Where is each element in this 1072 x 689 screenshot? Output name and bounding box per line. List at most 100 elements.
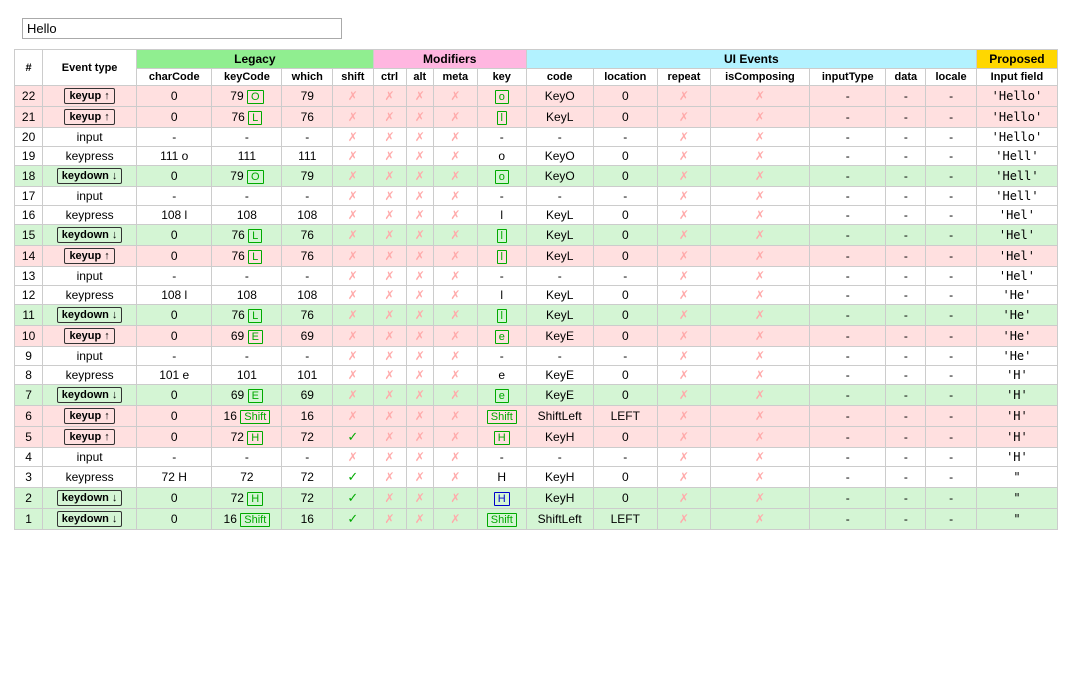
key-box: l — [497, 309, 507, 323]
cell-num: 7 — [15, 385, 43, 406]
cell-key: l — [477, 286, 526, 305]
check-icon: ✓ — [347, 469, 358, 484]
cell-key: e — [477, 366, 526, 385]
cell-inputfield: 'Hel' — [976, 267, 1057, 286]
cell-locale: - — [926, 267, 977, 286]
x-icon: ✗ — [385, 249, 395, 263]
table-row: 21keyup ↑076 L76✗✗✗✗lKeyL0✗✗---'Hello' — [15, 107, 1058, 128]
x-icon: ✗ — [755, 269, 765, 283]
cell-which: 72 — [282, 427, 333, 448]
cell-iscomposing: ✗ — [710, 509, 809, 530]
cell-locale: - — [926, 225, 977, 246]
cell-location: 0 — [593, 488, 657, 509]
cell-which: 16 — [282, 509, 333, 530]
cell-eventtype: keyup ↑ — [43, 326, 137, 347]
cell-repeat: ✗ — [658, 86, 711, 107]
cell-meta: ✗ — [434, 509, 478, 530]
x-icon: ✗ — [450, 349, 460, 363]
cell-locale: - — [926, 166, 977, 187]
cell-inputtype: - — [809, 86, 885, 107]
event-badge: keyup ↑ — [64, 248, 114, 264]
cell-ctrl: ✗ — [373, 187, 406, 206]
check-icon: ✓ — [347, 490, 358, 505]
cell-locale: - — [926, 305, 977, 326]
cell-location: 0 — [593, 427, 657, 448]
keycode-box: L — [248, 250, 262, 264]
col-meta: meta — [434, 69, 478, 86]
cell-eventtype: keyup ↑ — [43, 406, 137, 427]
cell-eventtype: keydown ↓ — [43, 166, 137, 187]
x-icon: ✗ — [415, 110, 425, 124]
cell-shift: ✗ — [333, 246, 374, 267]
cell-key: l — [477, 107, 526, 128]
cell-key: Shift — [477, 406, 526, 427]
keyboard-input[interactable] — [22, 18, 342, 39]
x-icon: ✗ — [348, 288, 358, 302]
cell-location: 0 — [593, 385, 657, 406]
cell-key: o — [477, 86, 526, 107]
cell-charcode: 0 — [137, 406, 212, 427]
cell-code: KeyE — [526, 385, 593, 406]
cell-locale: - — [926, 326, 977, 347]
cell-keycode: 76 L — [212, 107, 282, 128]
cell-ctrl: ✗ — [373, 406, 406, 427]
table-row: 7keydown ↓069 E69✗✗✗✗eKeyE0✗✗---'H' — [15, 385, 1058, 406]
cell-charcode: 0 — [137, 166, 212, 187]
col-iscomposing: isComposing — [710, 69, 809, 86]
cell-inputfield: " — [976, 509, 1057, 530]
cell-ctrl: ✗ — [373, 206, 406, 225]
key-box: o — [495, 90, 509, 104]
cell-keycode: - — [212, 128, 282, 147]
x-icon: ✗ — [415, 169, 425, 183]
event-badge: keydown ↓ — [57, 387, 123, 403]
x-icon: ✗ — [348, 130, 358, 144]
x-icon: ✗ — [450, 430, 460, 444]
cell-location: 0 — [593, 225, 657, 246]
cell-iscomposing: ✗ — [710, 366, 809, 385]
cell-inputfield: " — [976, 488, 1057, 509]
x-icon: ✗ — [679, 110, 689, 124]
x-icon: ✗ — [755, 130, 765, 144]
cell-alt: ✗ — [406, 448, 434, 467]
table-row: 4input---✗✗✗✗---✗✗---'H' — [15, 448, 1058, 467]
cell-ctrl: ✗ — [373, 267, 406, 286]
cell-num: 8 — [15, 366, 43, 385]
col-header-eventtype: Event type — [43, 50, 137, 86]
cell-alt: ✗ — [406, 128, 434, 147]
x-icon: ✗ — [679, 149, 689, 163]
cell-eventtype: keydown ↓ — [43, 225, 137, 246]
x-icon: ✗ — [450, 89, 460, 103]
cell-num: 1 — [15, 509, 43, 530]
cell-key: o — [477, 147, 526, 166]
cell-eventtype: keydown ↓ — [43, 385, 137, 406]
cell-inputfield: 'H' — [976, 366, 1057, 385]
cell-data: - — [886, 166, 926, 187]
x-icon: ✗ — [755, 149, 765, 163]
cell-repeat: ✗ — [658, 385, 711, 406]
cell-ctrl: ✗ — [373, 488, 406, 509]
cell-repeat: ✗ — [658, 225, 711, 246]
cell-alt: ✗ — [406, 225, 434, 246]
cell-shift: ✗ — [333, 406, 374, 427]
cell-alt: ✗ — [406, 467, 434, 488]
cell-ctrl: ✗ — [373, 347, 406, 366]
table-row: 18keydown ↓079 O79✗✗✗✗oKeyO0✗✗---'Hell' — [15, 166, 1058, 187]
keycode-box: Shift — [240, 513, 270, 527]
cell-location: 0 — [593, 206, 657, 225]
cell-num: 20 — [15, 128, 43, 147]
cell-num: 2 — [15, 488, 43, 509]
x-icon: ✗ — [679, 308, 689, 322]
x-icon: ✗ — [450, 130, 460, 144]
col-locale: locale — [926, 69, 977, 86]
group-legacy: Legacy — [137, 50, 374, 69]
x-icon: ✗ — [415, 368, 425, 382]
cell-locale: - — [926, 147, 977, 166]
cell-key: - — [477, 187, 526, 206]
cell-location: 0 — [593, 107, 657, 128]
cell-alt: ✗ — [406, 385, 434, 406]
cell-keycode: 108 — [212, 286, 282, 305]
cell-code: KeyL — [526, 225, 593, 246]
cell-eventtype: input — [43, 448, 137, 467]
cell-shift: ✗ — [333, 448, 374, 467]
x-icon: ✗ — [755, 110, 765, 124]
